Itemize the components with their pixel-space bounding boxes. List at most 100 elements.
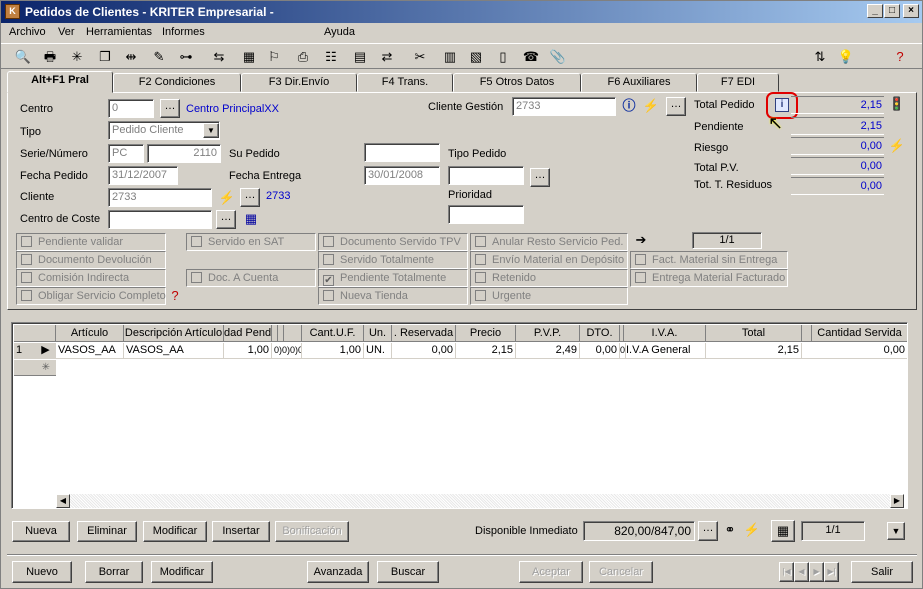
comision-indirecta-check[interactable]: Comisión Indirecta bbox=[16, 269, 166, 287]
serie-field[interactable]: PC bbox=[108, 144, 144, 163]
su-pedido-field[interactable] bbox=[364, 143, 440, 162]
table-row[interactable]: 1 ▶ VASOS_AA VASOS_AA 1,00 0)0)0)0) 1,00… bbox=[14, 343, 907, 359]
nueva-line-button[interactable]: Nueva bbox=[12, 521, 70, 542]
obligar-servicio-check[interactable]: Obligar Servicio Completo bbox=[16, 287, 166, 305]
calculator-icon[interactable]: ▤ bbox=[351, 48, 369, 66]
salir-button[interactable]: Salir bbox=[851, 561, 913, 583]
documento-servido-tpv-check[interactable]: Documento Servido TPV bbox=[318, 233, 468, 251]
calendar-small-icon[interactable]: ▦ bbox=[242, 210, 260, 228]
info-icon[interactable]: ⓘ bbox=[620, 97, 638, 115]
eliminar-line-button[interactable]: Eliminar bbox=[77, 521, 137, 542]
cell-un[interactable]: UN. bbox=[364, 343, 392, 358]
col-cant-uf[interactable]: Cant.U.F. bbox=[302, 325, 364, 342]
col-pvp[interactable]: P.V.P. bbox=[516, 325, 580, 342]
anular-resto-check[interactable]: Anular Resto Servicio Ped. bbox=[470, 233, 628, 251]
entrega-material-check[interactable]: Entrega Material Facturado bbox=[630, 269, 788, 287]
prev-record-button[interactable]: ◀ bbox=[794, 562, 809, 582]
cliente-lookup-button[interactable]: … bbox=[240, 188, 260, 207]
centro-link[interactable]: Centro PrincipalXX bbox=[186, 103, 279, 115]
cliente-gestion-lookup-button[interactable]: … bbox=[666, 97, 686, 116]
tipo-dropdown-arrow[interactable]: ▼ bbox=[203, 123, 219, 138]
menu-ver[interactable]: Ver bbox=[58, 26, 75, 38]
centro-field[interactable]: 0 bbox=[108, 99, 154, 118]
calendar-icon[interactable]: ▧ bbox=[467, 48, 485, 66]
col-narrow-3[interactable] bbox=[284, 325, 302, 342]
copy-doc-icon[interactable]: ❐ bbox=[96, 48, 114, 66]
minimize-button[interactable]: _ bbox=[867, 4, 883, 18]
transfer-icon[interactable]: ⇄ bbox=[378, 48, 396, 66]
cancelar-button[interactable]: Cancelar bbox=[589, 561, 653, 583]
first-record-button[interactable]: |◀ bbox=[779, 562, 794, 582]
centro-lookup-button[interactable]: … bbox=[160, 99, 180, 118]
tab-dir-envio[interactable]: F3 Dir.Envío bbox=[241, 73, 357, 92]
urgente-check[interactable]: Urgente bbox=[470, 287, 628, 305]
grid-down-button[interactable]: ▼ bbox=[887, 522, 905, 540]
lightning-bottom-icon[interactable]: ⚡ bbox=[743, 521, 761, 539]
col-narrow-5[interactable] bbox=[802, 325, 812, 342]
col-total[interactable]: Total bbox=[706, 325, 802, 342]
buscar-button[interactable]: Buscar bbox=[377, 561, 439, 583]
list-icon[interactable]: ☷ bbox=[322, 48, 340, 66]
col-articulo[interactable]: Artículo bbox=[56, 325, 124, 342]
new-row-marker[interactable]: ✳ bbox=[14, 360, 56, 376]
col-descripcion[interactable]: Descripción Artículo bbox=[124, 325, 224, 342]
paperclip-icon[interactable]: 📎 bbox=[549, 48, 567, 66]
cut-lines-icon[interactable]: ✳ bbox=[68, 48, 86, 66]
modificar-line-button[interactable]: Modificar bbox=[143, 521, 207, 542]
doc-a-cuenta-check[interactable]: Doc. A Cuenta bbox=[186, 269, 316, 287]
fact-material-check[interactable]: Fact. Material sin Entrega bbox=[630, 251, 788, 269]
modificar-button[interactable]: Modificar bbox=[151, 561, 213, 583]
tipo-pedido-lookup-button[interactable]: … bbox=[530, 168, 550, 187]
cell-pvp[interactable]: 2,49 bbox=[516, 343, 580, 358]
cell-extra[interactable]: 0)0)0)0) bbox=[272, 343, 302, 358]
cell-reservada[interactable]: 0,00 bbox=[392, 343, 456, 358]
fecha-pedido-field[interactable]: 31/12/2007 bbox=[108, 166, 178, 185]
close-button[interactable]: × bbox=[903, 4, 919, 18]
cell-dto[interactable]: 0,00 bbox=[580, 343, 620, 358]
tab-otros-datos[interactable]: F5 Otros Datos bbox=[453, 73, 581, 92]
sort-icon[interactable]: ⇅ bbox=[811, 48, 829, 66]
retenido-check[interactable]: Retenido bbox=[470, 269, 628, 287]
hierarchy-icon[interactable]: ⚐ bbox=[265, 48, 283, 66]
disponible-lookup-button[interactable]: … bbox=[698, 521, 718, 541]
fecha-entrega-field[interactable]: 30/01/2008 bbox=[364, 166, 440, 185]
lightning-gestion-icon[interactable]: ⚡ bbox=[642, 97, 660, 115]
tab-auxiliares[interactable]: F6 Auxiliares bbox=[581, 73, 697, 92]
documento-devolucion-check[interactable]: Documento Devolución bbox=[16, 251, 166, 269]
envio-material-check[interactable]: Envío Material en Depósito bbox=[470, 251, 628, 269]
pendiente-totalmente-check[interactable]: ✔ Pendiente Totalmente bbox=[318, 269, 468, 287]
print-preview-icon[interactable]: 🔍 bbox=[14, 48, 32, 66]
cell-iva[interactable]: I.V.A General bbox=[624, 343, 706, 358]
menu-ayuda[interactable]: Ayuda bbox=[324, 26, 355, 38]
table-icon[interactable]: ▦ bbox=[240, 48, 258, 66]
cell-cant-pend[interactable]: 1,00 bbox=[224, 343, 272, 358]
menu-herramientas[interactable]: Herramientas bbox=[86, 26, 152, 38]
help-icon[interactable]: ? bbox=[891, 48, 909, 66]
traffic-light-icon[interactable]: 🚦 bbox=[888, 95, 906, 113]
print-doc-icon[interactable]: ⎙ bbox=[294, 48, 312, 66]
lightning-icon[interactable]: ⚡ bbox=[218, 189, 236, 207]
servido-totalmente-check[interactable]: Servido Totalmente bbox=[318, 251, 468, 269]
prioridad-field[interactable] bbox=[448, 205, 524, 224]
lines-grid[interactable]: Artículo Descripción Artículo dad Pend C… bbox=[11, 322, 908, 509]
arrow-right-icon[interactable]: ➔ bbox=[632, 231, 650, 249]
insertar-line-button[interactable]: Insertar bbox=[212, 521, 270, 542]
cliente-gestion-field[interactable]: 2733 bbox=[512, 97, 616, 116]
menu-informes[interactable]: Informes bbox=[162, 26, 205, 38]
pendiente-validar-check[interactable]: Pendiente validar bbox=[16, 233, 166, 251]
menu-archivo[interactable]: Archivo bbox=[9, 26, 46, 38]
cell-precio[interactable]: 2,15 bbox=[456, 343, 516, 358]
scroll-right-button[interactable]: ▶ bbox=[890, 494, 904, 508]
tab-condiciones[interactable]: F2 Condiciones bbox=[113, 73, 241, 92]
nueva-tienda-check[interactable]: Nueva Tienda bbox=[318, 287, 468, 305]
last-record-button[interactable]: ▶| bbox=[824, 562, 839, 582]
print-icon[interactable]: 🖶 bbox=[41, 48, 59, 66]
col-dto[interactable]: DTO. bbox=[580, 325, 620, 342]
cliente-field[interactable]: 2733 bbox=[108, 188, 212, 207]
cell-articulo[interactable]: VASOS_AA bbox=[56, 343, 124, 358]
cell-servida[interactable]: 0,00 bbox=[812, 343, 907, 358]
phone-icon[interactable]: ☎ bbox=[522, 48, 540, 66]
tab-trans[interactable]: F4 Trans. bbox=[357, 73, 453, 92]
total-info-button[interactable]: i bbox=[775, 98, 789, 112]
page-icon[interactable]: ▯ bbox=[494, 48, 512, 66]
